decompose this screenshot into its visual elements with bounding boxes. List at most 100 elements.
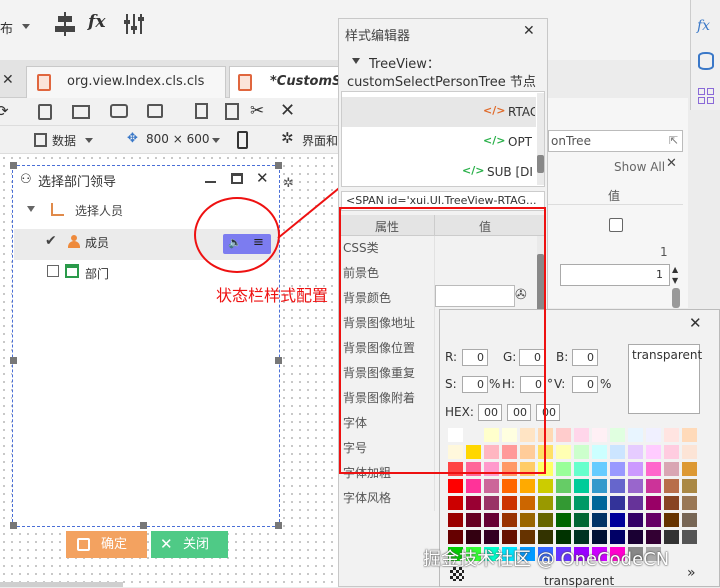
color-swatch[interactable] bbox=[610, 530, 625, 544]
database-icon[interactable] bbox=[698, 52, 714, 70]
color-swatch[interactable] bbox=[682, 428, 697, 442]
color-swatch[interactable] bbox=[592, 513, 607, 527]
color-swatch[interactable] bbox=[574, 445, 589, 459]
color-swatch[interactable] bbox=[646, 479, 661, 493]
color-swatch[interactable] bbox=[574, 530, 589, 544]
color-swatch[interactable] bbox=[592, 462, 607, 476]
mobile-icon[interactable] bbox=[237, 131, 248, 149]
tag-item-selected[interactable]: </> RTAG bbox=[342, 97, 536, 127]
color-swatch[interactable] bbox=[628, 513, 643, 527]
show-all-label[interactable]: Show All bbox=[614, 160, 665, 174]
maximize-icon[interactable] bbox=[231, 173, 243, 184]
color-swatch[interactable] bbox=[502, 496, 517, 510]
color-swatch[interactable] bbox=[484, 496, 499, 510]
tab-index-cls[interactable]: org.view.Index.cls.cls bbox=[26, 66, 226, 98]
color-swatch[interactable] bbox=[628, 479, 643, 493]
color-swatch[interactable] bbox=[556, 530, 571, 544]
color-swatch[interactable] bbox=[628, 462, 643, 476]
color-swatch[interactable] bbox=[664, 530, 679, 544]
resize-handle[interactable] bbox=[275, 522, 282, 529]
color-swatch[interactable] bbox=[664, 496, 679, 510]
color-swatch[interactable] bbox=[664, 445, 679, 459]
color-swatch[interactable] bbox=[610, 428, 625, 442]
expand-arrow-icon[interactable] bbox=[27, 206, 35, 212]
color-swatch[interactable] bbox=[448, 496, 463, 510]
color-swatch[interactable] bbox=[664, 462, 679, 476]
data-menu-label[interactable]: 数据 bbox=[52, 132, 76, 149]
color-swatch[interactable] bbox=[484, 530, 499, 544]
color-swatch[interactable] bbox=[646, 496, 661, 510]
color-swatch[interactable] bbox=[682, 530, 697, 544]
color-swatch[interactable] bbox=[682, 513, 697, 527]
color-swatch[interactable] bbox=[502, 513, 517, 527]
export-icon[interactable] bbox=[38, 104, 52, 120]
color-swatch[interactable] bbox=[664, 428, 679, 442]
horizontal-scrollbar[interactable] bbox=[0, 582, 123, 587]
color-swatch[interactable] bbox=[592, 530, 607, 544]
color-swatch[interactable] bbox=[574, 428, 589, 442]
delete-icon[interactable]: ✕ bbox=[280, 100, 295, 121]
color-swatch[interactable] bbox=[592, 445, 607, 459]
minimize-icon[interactable] bbox=[205, 181, 216, 183]
color-swatch[interactable] bbox=[538, 530, 553, 544]
color-swatch[interactable] bbox=[592, 428, 607, 442]
color-swatch[interactable] bbox=[556, 428, 571, 442]
color-swatch[interactable] bbox=[502, 530, 517, 544]
close-icon[interactable]: ✕ bbox=[2, 72, 14, 88]
refresh-icon[interactable]: ⟳ bbox=[0, 102, 9, 120]
chevron-down-icon[interactable] bbox=[85, 138, 93, 143]
color-swatch[interactable] bbox=[556, 445, 571, 459]
color-swatch[interactable] bbox=[520, 479, 535, 493]
color-swatch[interactable] bbox=[538, 496, 553, 510]
color-swatch[interactable] bbox=[664, 479, 679, 493]
color-swatch[interactable] bbox=[664, 513, 679, 527]
color-swatch[interactable] bbox=[628, 496, 643, 510]
ok-button[interactable]: 确定 bbox=[66, 531, 147, 558]
cut-icon[interactable]: ✂ bbox=[250, 101, 264, 121]
search-input[interactable]: onTree ⇱ bbox=[548, 130, 683, 152]
function-icon[interactable]: fx bbox=[697, 18, 710, 34]
color-swatch[interactable] bbox=[556, 513, 571, 527]
color-swatch[interactable] bbox=[682, 479, 697, 493]
color-swatch[interactable] bbox=[646, 445, 661, 459]
chevron-down-icon[interactable] bbox=[212, 138, 220, 143]
color-swatch[interactable] bbox=[502, 479, 517, 493]
color-swatch[interactable] bbox=[610, 445, 625, 459]
color-swatch[interactable] bbox=[610, 462, 625, 476]
close-icon[interactable]: ✕ bbox=[256, 169, 269, 187]
color-swatch[interactable] bbox=[466, 479, 481, 493]
color-swatch[interactable] bbox=[466, 496, 481, 510]
tab-custom[interactable]: *CustomS bbox=[229, 66, 345, 98]
resize-handle[interactable] bbox=[10, 357, 17, 364]
color-swatch[interactable] bbox=[646, 530, 661, 544]
color-swatch[interactable] bbox=[610, 496, 625, 510]
color-swatch[interactable] bbox=[574, 462, 589, 476]
color-swatch[interactable] bbox=[538, 479, 553, 493]
dept-checkbox[interactable] bbox=[47, 265, 59, 277]
chevron-down-icon[interactable] bbox=[22, 24, 30, 29]
color-swatch[interactable] bbox=[682, 496, 697, 510]
color-swatch[interactable] bbox=[574, 496, 589, 510]
close-icon[interactable]: ✕ bbox=[666, 156, 677, 171]
color-swatch[interactable] bbox=[592, 496, 607, 510]
color-swatch[interactable] bbox=[646, 428, 661, 442]
color-swatch[interactable] bbox=[574, 513, 589, 527]
resize-handle[interactable] bbox=[10, 162, 17, 169]
function-icon[interactable]: fx bbox=[88, 12, 105, 32]
copy-icon[interactable] bbox=[195, 103, 208, 119]
paste-icon[interactable] bbox=[225, 103, 239, 120]
color-swatch[interactable] bbox=[520, 530, 535, 544]
b-input[interactable]: 0 bbox=[572, 349, 598, 366]
color-swatch[interactable] bbox=[628, 445, 643, 459]
resize-handle[interactable] bbox=[275, 357, 282, 364]
color-swatch[interactable] bbox=[682, 462, 697, 476]
scrollbar-thumb[interactable] bbox=[672, 288, 680, 308]
close-icon[interactable]: ✕ bbox=[689, 314, 702, 332]
stepper-up-icon[interactable]: ▲ bbox=[672, 265, 678, 274]
tag-scrollbar[interactable] bbox=[537, 93, 544, 185]
color-swatch[interactable] bbox=[628, 530, 643, 544]
v-input[interactable]: 0 bbox=[572, 376, 598, 393]
color-swatch[interactable] bbox=[448, 513, 463, 527]
frame-icon[interactable] bbox=[110, 104, 128, 118]
color-swatch[interactable] bbox=[484, 479, 499, 493]
